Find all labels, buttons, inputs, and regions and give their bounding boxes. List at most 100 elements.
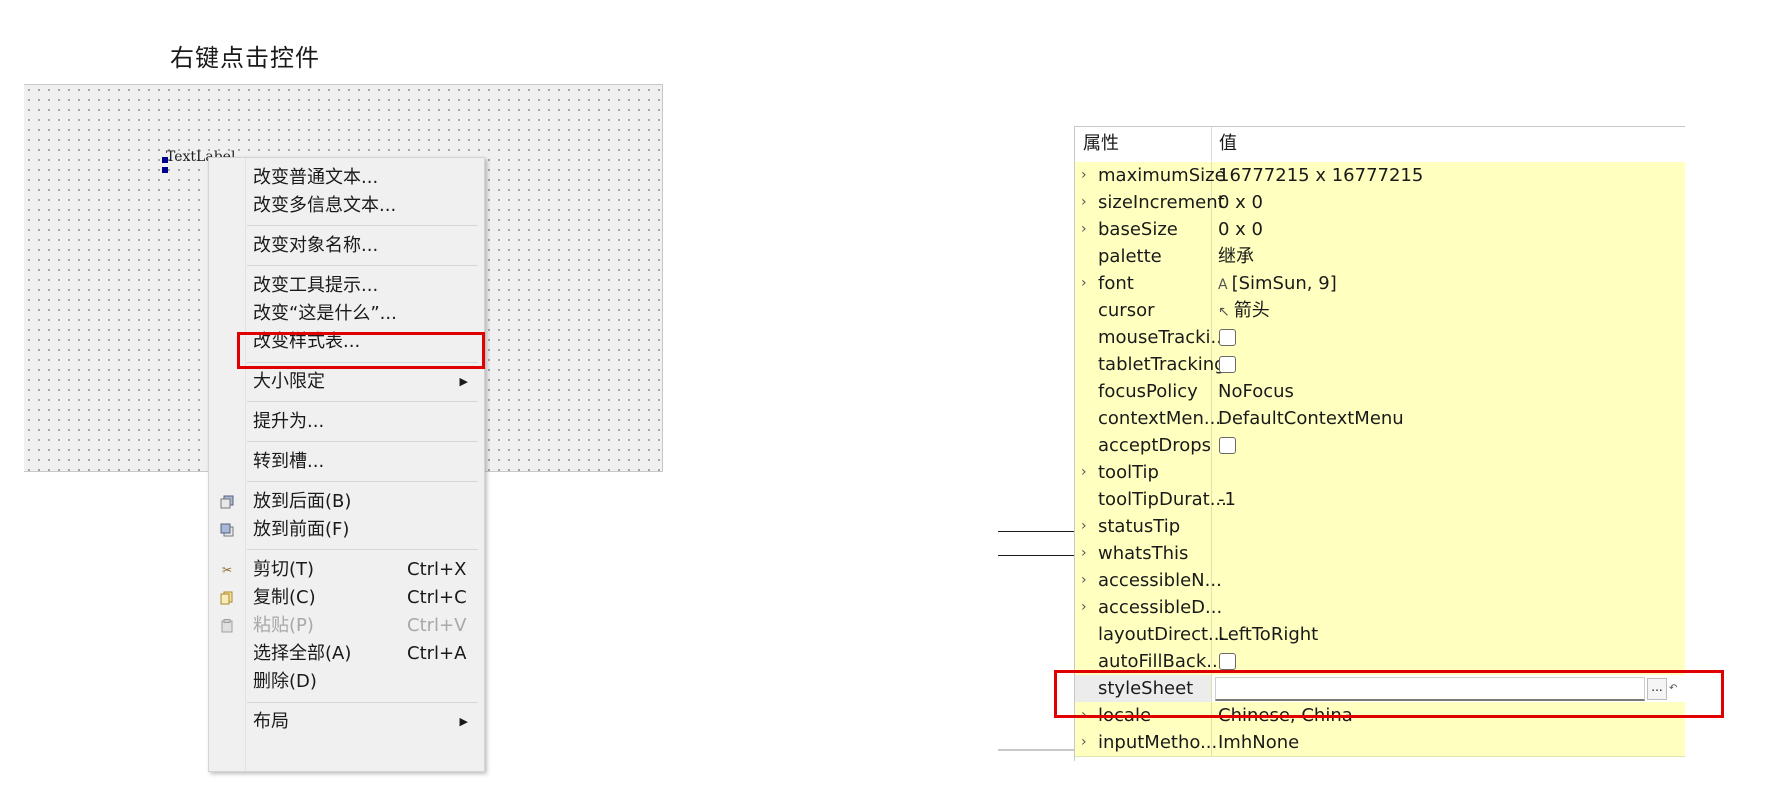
menu-item-label: 改变工具提示... <box>253 275 379 296</box>
menu-item-change-plain-text[interactable]: 改变普通文本... <box>209 164 484 192</box>
property-row-maximumsize[interactable]: › maximumSize 16777215 x 16777215 <box>1075 162 1685 190</box>
property-value[interactable]: 继承 <box>1218 243 1254 270</box>
property-row-sizeincrement[interactable]: › sizeIncrement 0 x 0 <box>1075 189 1685 217</box>
expand-chevron-icon[interactable]: › <box>1081 513 1087 540</box>
selection-handle[interactable] <box>162 167 168 173</box>
acceptdrops-checkbox[interactable] <box>1219 437 1236 454</box>
menu-item-send-to-back[interactable]: 放到后面(B) <box>209 488 484 516</box>
menu-item-change-whats-this[interactable]: 改变“这是什么”... <box>209 300 484 328</box>
expand-chevron-icon[interactable]: › <box>1081 270 1087 297</box>
property-value[interactable]: -1 <box>1218 486 1236 513</box>
property-value[interactable]: ImhNone <box>1218 729 1299 756</box>
menu-item-layout[interactable]: 布局 ▶ <box>209 708 484 736</box>
autofillbackground-checkbox[interactable] <box>1219 653 1236 670</box>
menu-item-label: 大小限定 <box>253 371 325 392</box>
property-name: acceptDrops <box>1098 435 1212 456</box>
property-value[interactable]: LeftToRight <box>1218 621 1318 648</box>
menu-item-go-to-slot[interactable]: 转到槽... <box>209 448 484 476</box>
property-row-accessibledescription[interactable]: › accessibleD... <box>1075 594 1685 622</box>
property-row-tablettracking[interactable]: tabletTracking <box>1075 351 1685 379</box>
property-row-accessiblename[interactable]: › accessibleN... <box>1075 567 1685 595</box>
menu-item-copy[interactable]: 复制(C) Ctrl+C <box>209 584 484 612</box>
tablettracking-checkbox[interactable] <box>1219 356 1236 373</box>
property-row-tooltipduration[interactable]: toolTipDurat... -1 <box>1075 486 1685 514</box>
expand-chevron-icon[interactable]: › <box>1081 567 1087 594</box>
menu-item-label: 放到后面(B) <box>253 491 352 512</box>
property-value[interactable]: A [SimSun, 9] <box>1218 270 1337 299</box>
menu-item-label: 改变“这是什么”... <box>253 303 397 324</box>
property-row-cursor[interactable]: cursor ↖ 箭头 <box>1075 297 1685 325</box>
cursor-arrow-icon: ↖ <box>1218 304 1230 320</box>
property-name: tabletTracking <box>1098 354 1226 375</box>
expand-chevron-icon[interactable]: › <box>1081 729 1087 756</box>
property-name: font <box>1098 273 1134 294</box>
menu-item-label: 剪切(T) <box>253 559 315 580</box>
name-cell: layoutDirect... <box>1075 621 1225 648</box>
property-row-basesize[interactable]: › baseSize 0 x 0 <box>1075 216 1685 244</box>
menu-item-change-tooltip[interactable]: 改变工具提示... <box>209 272 484 300</box>
name-cell: › toolTip <box>1075 459 1212 486</box>
menu-item-cut[interactable]: ✂ 剪切(T) Ctrl+X <box>209 556 484 584</box>
name-cell: › baseSize <box>1075 216 1212 243</box>
menu-item-label: 复制(C) <box>253 587 316 608</box>
property-row-mousetracking[interactable]: mouseTracki... <box>1075 324 1685 352</box>
property-value[interactable]: 16777215 x 16777215 <box>1218 162 1423 189</box>
expand-chevron-icon[interactable]: › <box>1081 162 1087 189</box>
name-cell: › maximumSize <box>1075 162 1226 189</box>
property-name: baseSize <box>1098 219 1178 240</box>
expand-chevron-icon[interactable]: › <box>1081 594 1087 621</box>
property-row-tooltip[interactable]: › toolTip <box>1075 459 1685 487</box>
menu-item-promote-to[interactable]: 提升为... <box>209 408 484 436</box>
property-name: whatsThis <box>1098 543 1189 564</box>
property-row-acceptdrops[interactable]: acceptDrops <box>1075 432 1685 460</box>
property-value[interactable]: NoFocus <box>1218 378 1294 405</box>
menu-item-select-all[interactable]: 选择全部(A) Ctrl+A <box>209 640 484 668</box>
property-row-font[interactable]: › font A [SimSun, 9] <box>1075 270 1685 298</box>
menu-item-change-object-name[interactable]: 改变对象名称... <box>209 232 484 260</box>
cursor-value: 箭头 <box>1233 300 1270 321</box>
property-value[interactable]: ↖ 箭头 <box>1218 297 1270 326</box>
property-row-palette[interactable]: palette 继承 <box>1075 243 1685 271</box>
property-row-layoutdirection[interactable]: layoutDirect... LeftToRight <box>1075 621 1685 649</box>
property-value[interactable]: 0 x 0 <box>1218 216 1263 243</box>
scissors-icon: ✂ <box>221 563 233 577</box>
caption: 右键点击控件 <box>170 44 320 72</box>
submenu-arrow-icon: ▶ <box>459 715 468 728</box>
expand-chevron-icon[interactable]: › <box>1081 189 1087 216</box>
property-name: toolTipDurat... <box>1098 489 1227 510</box>
menu-separator <box>247 549 478 550</box>
property-row-statustip[interactable]: › statusTip <box>1075 513 1685 541</box>
menu-item-change-rich-text[interactable]: 改变多信息文本... <box>209 192 484 220</box>
name-cell: › font <box>1075 270 1212 297</box>
property-row-focuspolicy[interactable]: focusPolicy NoFocus <box>1075 378 1685 406</box>
menu-item-delete[interactable]: 删除(D) <box>209 668 484 696</box>
highlight-box-stylesheet-menu-item <box>237 332 485 369</box>
name-cell: › accessibleN... <box>1075 567 1222 594</box>
context-menu: 改变普通文本... 改变多信息文本... 改变对象名称... 改变工具提示...… <box>208 157 485 772</box>
property-row-inputmethodhints[interactable]: › inputMetho... ImhNone <box>1075 729 1685 757</box>
property-value[interactable]: DefaultContextMenu <box>1218 405 1404 432</box>
selection-handle[interactable] <box>162 157 168 163</box>
menu-item-paste[interactable]: 粘贴(P) Ctrl+V <box>209 612 484 640</box>
expand-chevron-icon[interactable]: › <box>1081 216 1087 243</box>
header-value: 值 <box>1219 133 1237 154</box>
name-cell: palette <box>1075 243 1212 270</box>
shortcut-text: Ctrl+C <box>407 587 467 608</box>
property-row-whatsthis[interactable]: › whatsThis <box>1075 540 1685 568</box>
menu-separator <box>247 702 478 703</box>
name-cell: mouseTracki... <box>1075 324 1228 351</box>
property-name: contextMen... <box>1098 408 1222 429</box>
property-value[interactable]: 0 x 0 <box>1218 189 1263 216</box>
expand-chevron-icon[interactable]: › <box>1081 459 1087 486</box>
property-row-contextmenupolicy[interactable]: contextMen... DefaultContextMenu <box>1075 405 1685 433</box>
menu-item-size-constraints[interactable]: 大小限定 ▶ <box>209 368 484 396</box>
shortcut-text: Ctrl+A <box>407 643 467 664</box>
name-cell: cursor <box>1075 297 1212 324</box>
mousetracking-checkbox[interactable] <box>1219 329 1236 346</box>
property-editor: 属性 值 › maximumSize 16777215 x 16777215 › s… <box>1074 126 1685 761</box>
submenu-arrow-icon: ▶ <box>459 375 468 388</box>
expand-chevron-icon[interactable]: › <box>1081 540 1087 567</box>
menu-item-bring-to-front[interactable]: 放到前面(F) <box>209 516 484 544</box>
menu-item-label: 删除(D) <box>253 671 317 692</box>
property-name: mouseTracki... <box>1098 327 1228 348</box>
